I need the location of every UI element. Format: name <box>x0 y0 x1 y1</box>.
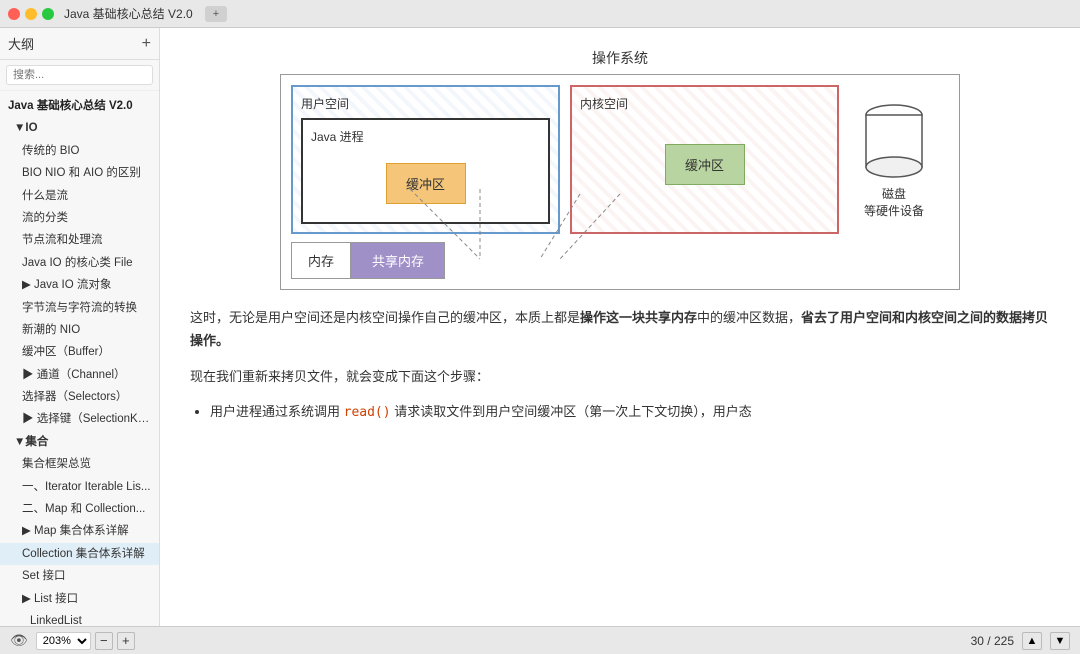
sidebar-item-map-collection[interactable]: 二、Map 和 Collection... <box>0 498 159 520</box>
content-area: 操作系统 用户空间 Java 进程 缓冲区 <box>160 28 1080 626</box>
shared-memory-box: 共享内存 <box>351 242 445 279</box>
text-content: 这时，无论是用户空间还是内核空间操作自己的缓冲区，本质上都是操作这一块共享内存中… <box>190 306 1050 429</box>
sidebar-item-io[interactable]: ▼IO <box>0 117 159 139</box>
java-process-box: Java 进程 缓冲区 <box>301 118 550 224</box>
sidebar: 大纲 + Java 基础核心总结 V2.0▼IO传统的 BIOBIO NIO 和… <box>0 28 160 626</box>
minimize-button[interactable] <box>25 8 37 20</box>
sidebar-title: 大纲 <box>8 34 34 53</box>
diagram-container: 操作系统 用户空间 Java 进程 缓冲区 <box>280 48 960 290</box>
sidebar-item-bio[interactable]: 传统的 BIO <box>0 140 159 162</box>
diagram-box: 用户空间 Java 进程 缓冲区 内核空间 <box>280 74 960 290</box>
buffer-green: 缓冲区 <box>665 144 745 185</box>
window-controls[interactable] <box>8 8 54 20</box>
sidebar-item-root[interactable]: Java 基础核心总结 V2.0 <box>0 95 159 117</box>
sidebar-header: 大纲 + <box>0 28 159 60</box>
memory-row: 内存 共享内存 <box>291 242 949 279</box>
sidebar-item-set-iface[interactable]: Set 接口 <box>0 565 159 587</box>
zoom-out-button[interactable]: − <box>95 632 113 650</box>
user-space-label: 用户空间 <box>301 95 550 112</box>
close-button[interactable] <box>8 8 20 20</box>
sidebar-item-channel[interactable]: ▶ 通道（Channel） <box>0 364 159 386</box>
title-bar: Java 基础核心总结 V2.0 + <box>0 0 1080 28</box>
user-space: 用户空间 Java 进程 缓冲区 <box>291 85 560 234</box>
search-input[interactable] <box>6 65 153 85</box>
window-title: Java 基础核心总结 V2.0 <box>64 5 193 22</box>
kernel-content: 缓冲区 <box>580 118 829 193</box>
zoom-control: 203% − + <box>36 632 135 650</box>
para2: 现在我们重新来拷贝文件，就会变成下面这个步骤： <box>190 365 1050 388</box>
main-layout: 大纲 + Java 基础核心总结 V2.0▼IO传统的 BIOBIO NIO 和… <box>0 28 1080 626</box>
bullet-list: 用户进程通过系统调用 read() 请求读取文件到用户空间缓冲区（第一次上下文切… <box>210 400 1050 424</box>
bullet1: 用户进程通过系统调用 read() 请求读取文件到用户空间缓冲区（第一次上下文切… <box>210 400 1050 424</box>
zoom-in-button[interactable]: + <box>117 632 135 650</box>
buffer-orange: 缓冲区 <box>386 163 466 204</box>
sidebar-item-map-detail[interactable]: ▶ Map 集合体系详解 <box>0 520 159 542</box>
sidebar-tree: Java 基础核心总结 V2.0▼IO传统的 BIOBIO NIO 和 AIO … <box>0 91 159 626</box>
sidebar-item-java-io-stream[interactable]: ▶ Java IO 流对象 <box>0 274 159 296</box>
sidebar-item-linkedlist[interactable]: LinkedList <box>0 610 159 626</box>
sidebar-item-new-nio[interactable]: 新潮的 NIO <box>0 319 159 341</box>
sidebar-item-list-iface[interactable]: ▶ List 接口 <box>0 588 159 610</box>
para1: 这时，无论是用户空间还是内核空间操作自己的缓冲区，本质上都是操作这一块共享内存中… <box>190 306 1050 353</box>
maximize-button[interactable] <box>42 8 54 20</box>
disk-container: 磁盘 等硬件设备 <box>839 85 949 234</box>
disk-cylinder: 磁盘 等硬件设备 <box>859 101 929 219</box>
sidebar-item-selectors[interactable]: 选择器（Selectors） <box>0 386 159 408</box>
sidebar-item-bio-nio[interactable]: BIO NIO 和 AIO 的区别 <box>0 162 159 184</box>
sidebar-item-selection-key[interactable]: ▶ 选择键（SelectionKey） <box>0 408 159 430</box>
sidebar-item-collection-overview[interactable]: 集合框架总览 <box>0 453 159 475</box>
os-label: 操作系统 <box>280 48 960 68</box>
sidebar-add-button[interactable]: + <box>142 36 151 52</box>
kernel-space: 内核空间 缓冲区 <box>570 85 839 234</box>
zones-row: 用户空间 Java 进程 缓冲区 内核空间 <box>291 85 949 234</box>
sidebar-item-node-stream[interactable]: 节点流和处理流 <box>0 229 159 251</box>
sidebar-item-collection[interactable]: ▼集合 <box>0 431 159 453</box>
sidebar-item-stream-type[interactable]: 流的分类 <box>0 207 159 229</box>
sidebar-item-collection-detail[interactable]: Collection 集合体系详解 <box>0 543 159 565</box>
memory-box: 内存 <box>291 242 351 279</box>
diagram-outer: 用户空间 Java 进程 缓冲区 内核空间 <box>280 74 960 290</box>
java-process-label: Java 进程 <box>311 128 540 145</box>
search-box <box>0 60 159 91</box>
disk-label: 磁盘 等硬件设备 <box>864 185 924 219</box>
sidebar-item-stream[interactable]: 什么是流 <box>0 185 159 207</box>
page-info: 30 / 225 <box>971 634 1014 648</box>
zoom-select[interactable]: 203% <box>36 632 91 650</box>
new-tab-button[interactable]: + <box>205 6 227 22</box>
kernel-space-label: 内核空间 <box>580 95 829 112</box>
eye-icon: 👁 <box>10 632 28 649</box>
prev-page-button[interactable]: ▲ <box>1022 632 1042 650</box>
disk-svg <box>859 101 929 181</box>
sidebar-item-iterator[interactable]: 一、Iterator Iterable Lis... <box>0 476 159 498</box>
sidebar-item-char-stream[interactable]: 字节流与字符流的转换 <box>0 297 159 319</box>
bottom-bar: 👁 203% − + 30 / 225 ▲ ▼ <box>0 626 1080 654</box>
diagram-wrapper: 操作系统 用户空间 Java 进程 缓冲区 <box>190 48 1050 290</box>
sidebar-item-java-io-file[interactable]: Java IO 的核心类 File <box>0 252 159 274</box>
next-page-button[interactable]: ▼ <box>1050 632 1070 650</box>
sidebar-item-buffer[interactable]: 缓冲区（Buffer） <box>0 341 159 363</box>
